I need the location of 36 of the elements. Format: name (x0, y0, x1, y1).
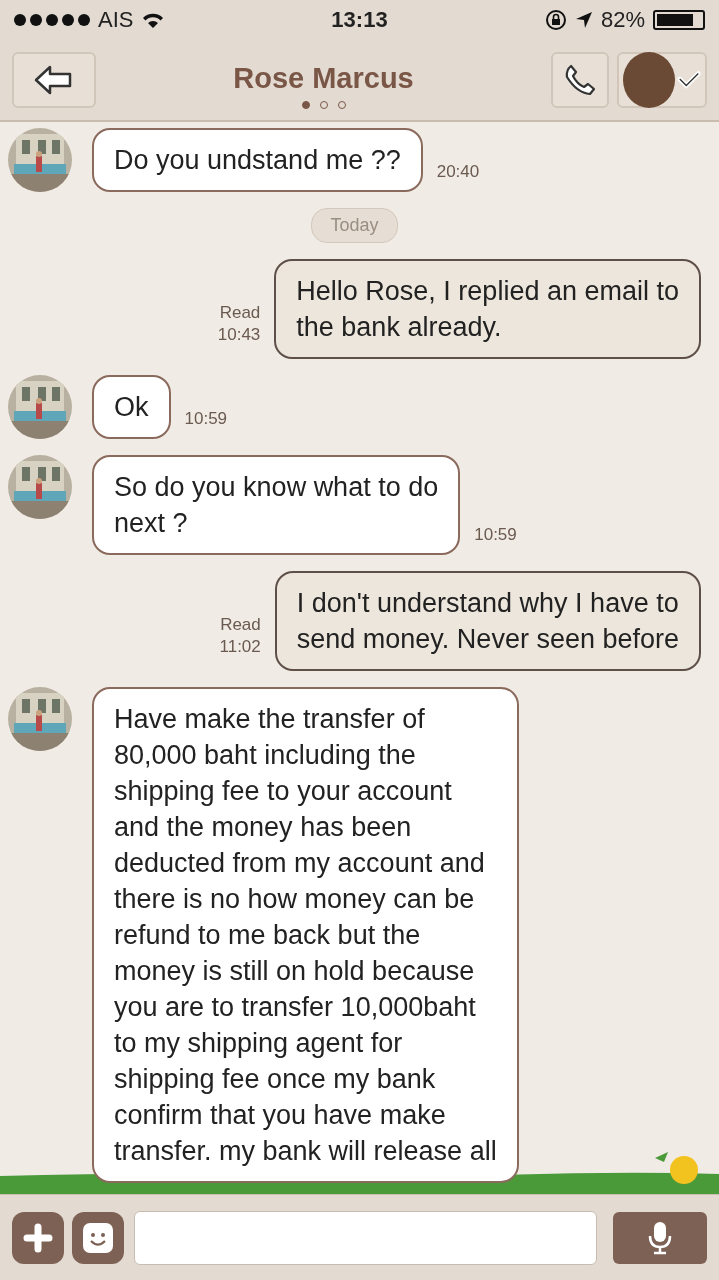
battery-percent: 82% (600, 7, 645, 33)
message-input[interactable] (134, 1210, 597, 1265)
signal-icon (14, 14, 90, 26)
message-time: 10:59 (474, 525, 517, 546)
phone-icon (563, 63, 597, 97)
message-time: 10:43 (217, 325, 261, 345)
read-status: Read (219, 303, 261, 323)
clock-time: 13:13 (331, 7, 388, 33)
emoji-button[interactable] (72, 1211, 124, 1264)
date-chip: Today (311, 208, 398, 243)
microphone-icon (648, 1220, 672, 1255)
chat-title: Rose Marcus (233, 61, 414, 95)
back-button[interactable] (12, 52, 96, 108)
message-time: 10:59 (184, 409, 228, 430)
message-bubble: Hello Rose, I replied an email to the bank already. (274, 259, 701, 359)
add-button[interactable] (12, 1211, 64, 1264)
voice-button[interactable] (613, 1211, 707, 1264)
checkmark-icon (676, 70, 701, 90)
message-bubble: Do you undstand me ?? (92, 128, 423, 192)
profile-menu-button[interactable] (617, 52, 707, 108)
avatar-icon (623, 52, 675, 108)
message-bubble: So do you know what to do next ? (92, 455, 461, 555)
message-time: 20:40 (436, 162, 480, 183)
carrier-name: AIS (98, 7, 134, 33)
message-time: 11:02 (219, 637, 261, 657)
wifi-icon (141, 11, 166, 29)
battery-icon (653, 10, 705, 30)
plus-icon (23, 1222, 53, 1253)
message-bubble: I don't understand why I have to send money. Never seen before (274, 571, 701, 671)
read-status: Read (220, 615, 261, 635)
location-arrow-icon (574, 11, 593, 29)
message-bubble: Have make the transfer of 80,000 baht including the shipping fee to your account and the money has been deducted from my account and there is no how money can be refund to me back but the money is still on hold because you are to transfer 10,000baht to my shipping agent for shipping fee once my bank confirm that you have make transfer. my bank will release all (92, 687, 519, 1183)
smiley-icon (82, 1221, 114, 1254)
call-button[interactable] (551, 52, 609, 108)
message-bubble: Ok (92, 375, 171, 439)
rotation-lock-icon (544, 9, 567, 31)
